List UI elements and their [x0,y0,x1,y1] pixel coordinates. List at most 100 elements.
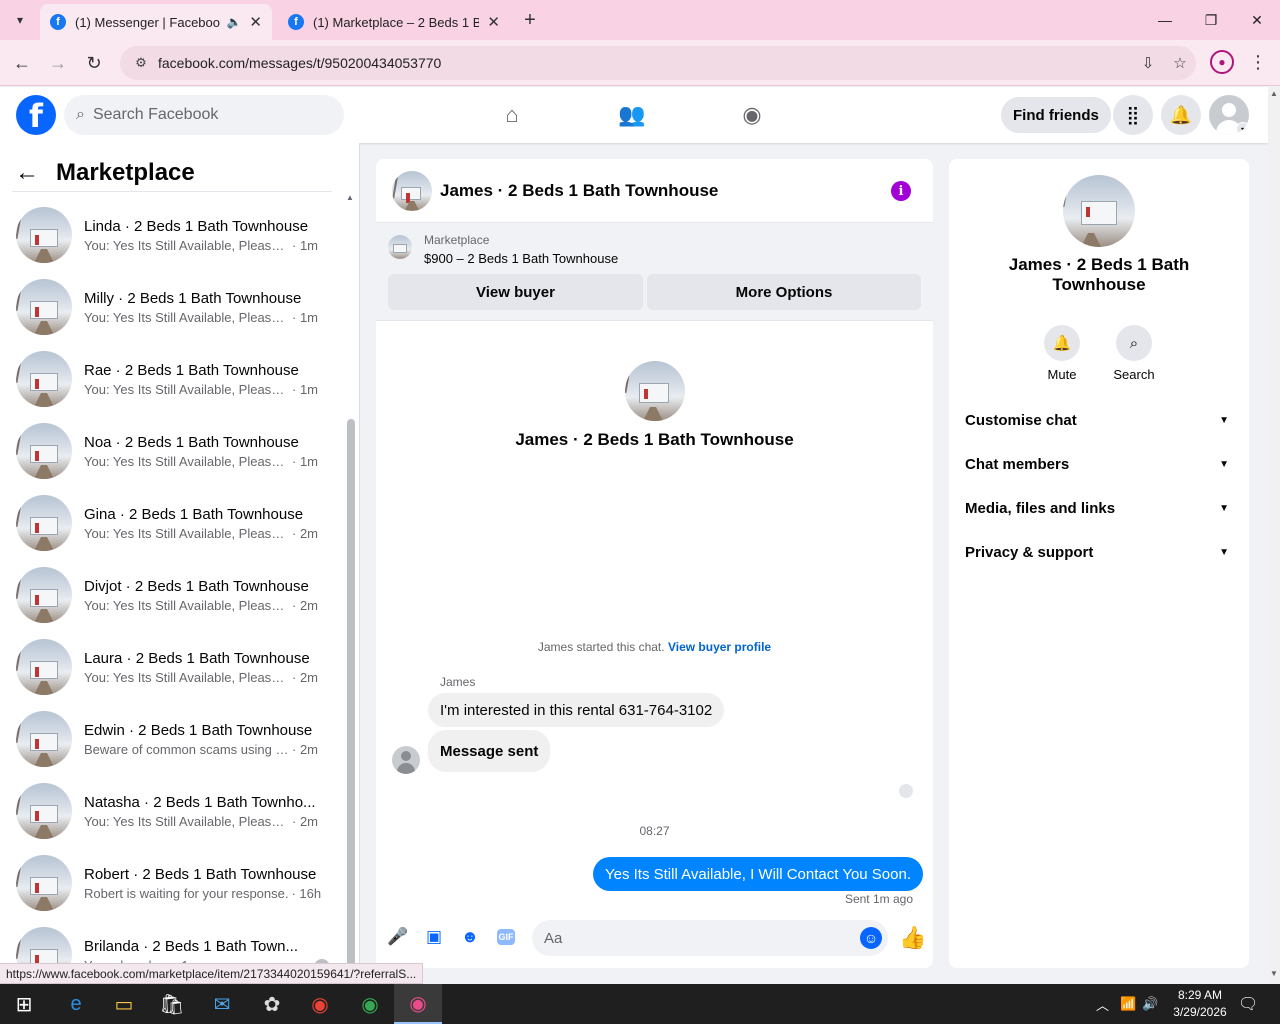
list-scrollbar[interactable]: ▲ [346,193,356,984]
gif-icon[interactable]: GIF [495,926,517,948]
scroll-up-icon[interactable]: ▲ [346,193,354,202]
chevron-down-icon: ▼ [1219,546,1229,558]
chrome-active-icon[interactable]: ◉ [394,984,442,1024]
emoji-icon[interactable]: ☺ [860,927,882,949]
back-button[interactable]: ← [10,51,34,75]
edge-browser-icon[interactable]: e [52,984,100,1024]
conversation-item[interactable]: Robert · 2 Beds 1 Bath Townhouse Robert i… [8,847,338,919]
message-input-wrapper[interactable]: ☺ [532,920,888,956]
conversation-item[interactable]: Natasha · 2 Beds 1 Bath Townho... You: Ye… [8,775,338,847]
search-input[interactable] [92,106,313,124]
home-icon[interactable]: ⌂ [492,95,532,135]
section-label: Privacy & support [965,543,1094,561]
system-clock[interactable]: 8:29 AM 3/29/2026 [1160,987,1240,1021]
section-chat-members[interactable]: Chat members ▼ [965,444,1233,484]
photo-icon[interactable]: ▣ [423,926,445,948]
browser-menu-icon[interactable]: ⋮ [1246,50,1270,74]
menu-grid-icon[interactable]: ⣿ [1113,95,1153,135]
conversation-item[interactable]: Edwin · 2 Beds 1 Bath Townhouse Beware of… [8,703,338,775]
account-avatar[interactable]: ▾ [1209,95,1249,135]
conversation-item[interactable]: Linda · 2 Beds 1 Bath Townhouse You: Yes … [8,199,338,271]
conversation-preview: You: Yes Its Still Available, Please S..… [84,814,338,829]
sticker-icon[interactable]: ☻ [459,926,481,948]
scrollbar-thumb[interactable] [347,419,355,984]
tray-chevron-icon[interactable]: ︿ [1096,984,1109,1024]
minimize-button[interactable]: — [1153,8,1177,32]
back-arrow-icon[interactable]: ← [12,159,42,187]
conversation-item[interactable]: Divjot · 2 Beds 1 Bath Townhouse You: Yes… [8,559,338,631]
contact-avatar[interactable] [625,361,685,421]
conversation-name: Laura · 2 Beds 1 Bath Townhouse [84,649,310,667]
close-tab-icon[interactable]: ✕ [487,13,500,31]
sender-avatar[interactable] [392,746,420,774]
listing-title[interactable]: $900 – 2 Beds 1 Bath Townhouse [424,251,618,266]
conversation-item[interactable]: Laura · 2 Beds 1 Bath Townhouse You: Yes … [8,631,338,703]
scroll-up-icon[interactable]: ▲ [1270,89,1278,98]
conversation-item[interactable]: Rae · 2 Beds 1 Bath Townhouse You: Yes It… [8,343,338,415]
tab-messenger[interactable]: f (1) Messenger | Facebook 🔈 ✕ [40,4,272,40]
forward-button[interactable]: → [46,51,70,75]
app-icon[interactable]: ✿ [248,984,296,1024]
conversation-snippet: You: Yes Its Still Available, Please S..… [84,309,289,325]
conversation-item[interactable]: Milly · 2 Beds 1 Bath Townhouse You: Yes … [8,271,338,343]
notification-center-icon[interactable]: 🗨 [1238,984,1258,1024]
audio-playing-icon[interactable]: 🔈 [226,15,241,29]
conversation-time: · 2m [292,813,318,829]
listing-thumbnail [16,711,72,767]
incoming-message[interactable]: I'm interested in this rental 631-764-31… [428,693,725,727]
chat-header[interactable]: James · 2 Beds 1 Bath Townhouse i [376,159,933,223]
restore-button[interactable]: ❐ [1199,8,1223,32]
mute-button[interactable]: 🔔 Mute [1032,325,1092,382]
reload-button[interactable]: ↻ [82,51,106,75]
page-scrollbar[interactable]: ▲ ▼ [1268,87,1280,984]
listing-thumbnail [392,170,432,211]
incoming-message[interactable]: Message sent [428,730,551,772]
seen-indicator-icon [899,784,913,798]
conversation-text: Divjot · 2 Beds 1 Bath Townhouse You: Yes… [84,578,338,613]
notifications-bell-icon[interactable]: 🔔 [1161,95,1201,135]
facebook-search[interactable]: ⌕ [64,95,344,135]
close-window-button[interactable]: ✕ [1245,8,1269,32]
view-buyer-button[interactable]: View buyer [388,274,643,310]
groups-icon[interactable]: ◉ [732,95,772,135]
outgoing-message[interactable]: Yes Its Still Available, I Will Contact … [592,857,923,891]
section-label: Customise chat [965,411,1077,429]
bookmark-star-icon[interactable]: ☆ [1164,54,1196,72]
close-tab-icon[interactable]: ✕ [249,13,262,31]
volume-icon[interactable]: 🔊 [1142,984,1158,1024]
info-icon[interactable]: i [891,181,911,201]
facebook-logo-icon[interactable]: f [16,95,56,135]
store-icon[interactable]: 🛍 [148,984,196,1024]
tab-search-dropdown[interactable]: ▾ [6,7,34,33]
message-input[interactable] [544,929,844,947]
site-info-icon[interactable]: ⚙ [126,55,156,71]
section-media-files-links[interactable]: Media, files and links ▼ [965,488,1233,528]
conversation-preview: You: Yes Its Still Available, Please S..… [84,598,338,613]
section-customise-chat[interactable]: Customise chat ▼ [965,400,1233,440]
file-explorer-icon[interactable]: ▭ [100,984,148,1024]
conversation-time: · 2m [292,669,318,685]
section-privacy-support[interactable]: Privacy & support ▼ [965,532,1233,572]
scroll-down-icon[interactable]: ▼ [1270,969,1278,978]
address-bar[interactable]: ⚙ facebook.com/messages/t/95020043405377… [120,46,1196,80]
conversation-item[interactable]: Gina · 2 Beds 1 Bath Townhouse You: Yes I… [8,487,338,559]
conversation-item[interactable]: Noa · 2 Beds 1 Bath Townhouse You: Yes It… [8,415,338,487]
view-buyer-profile-link[interactable]: View buyer profile [668,640,771,654]
find-friends-button[interactable]: Find friends [1001,97,1111,133]
tab-marketplace[interactable]: f (1) Marketplace – 2 Beds 1 Bath ✕ [278,4,510,40]
new-tab-button[interactable]: + [518,8,542,32]
url-text[interactable]: facebook.com/messages/t/950200434053770 [158,55,1132,71]
start-windows-icon[interactable]: ⊞ [0,984,48,1024]
mail-icon[interactable]: ✉ [198,984,246,1024]
chrome-icon[interactable]: ◉ [296,984,344,1024]
friends-icon[interactable]: 👥 [612,95,652,135]
install-app-icon[interactable]: ⇩ [1132,54,1164,72]
chrome-profile-icon[interactable]: ◉ [346,984,394,1024]
thumbs-up-icon[interactable]: 👍 [899,925,926,951]
microphone-icon[interactable]: 🎤 [387,926,409,948]
search-button[interactable]: ⌕ Search [1104,325,1164,382]
browser-profile-icon[interactable]: ● [1210,50,1234,74]
network-icon[interactable]: 📶 [1120,984,1136,1024]
more-options-button[interactable]: More Options [647,274,921,310]
conversation-preview: You: Yes Its Still Available, Please S..… [84,670,338,685]
